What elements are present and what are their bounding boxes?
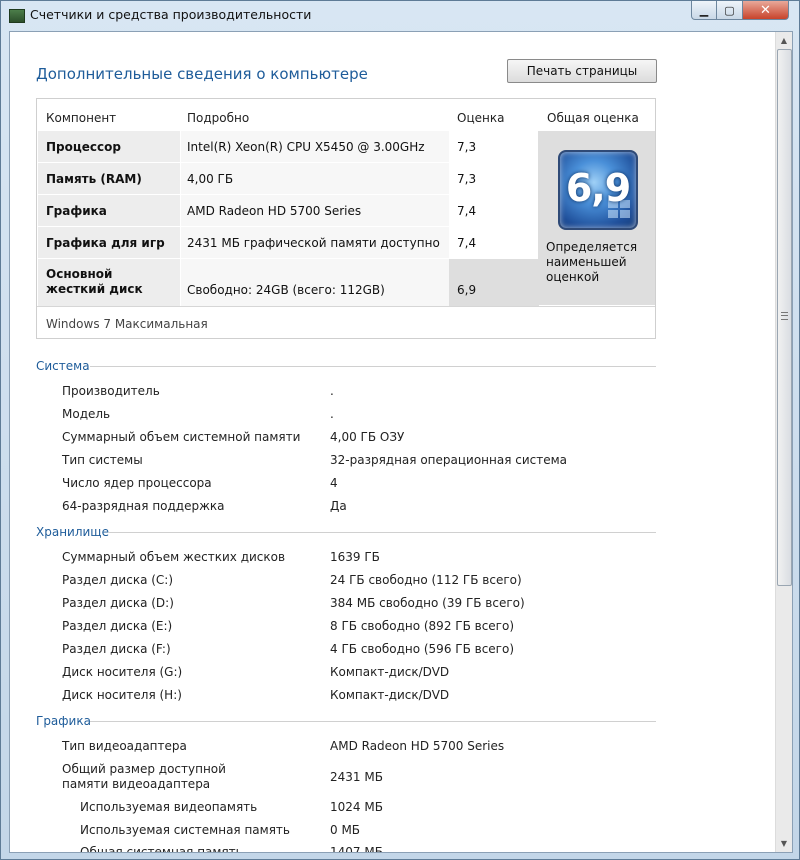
- component-name: Графика для игр: [46, 236, 165, 250]
- overall-score-note: Определяется наименьшей оценкой: [546, 240, 638, 284]
- component-score: 7,3: [457, 172, 477, 186]
- score-row-gaming-graphics: Графика для игр 2431 МБ графической памя…: [38, 227, 539, 258]
- section-divider: [90, 366, 656, 367]
- os-edition: Windows 7 Максимальная: [46, 317, 208, 331]
- storage-d-label: Раздел диска (D:): [62, 596, 174, 610]
- storage-c-label: Раздел диска (C:): [62, 573, 174, 587]
- window-controls: ▁ ▢ ✕: [691, 1, 789, 21]
- header-overall: Общая оценка: [547, 111, 639, 125]
- minimize-button[interactable]: ▁: [691, 1, 717, 20]
- system-cores-value: 4: [330, 476, 338, 490]
- graphics-adapter-value: AMD Radeon HD 5700 Series: [330, 739, 505, 753]
- vertical-scrollbar[interactable]: ▲ ▼: [775, 32, 792, 852]
- graphics-shared-memory-label: Общая системная память: [80, 845, 243, 853]
- page-title: Дополнительные сведения о компьютере: [36, 65, 368, 83]
- component-score: 7,3: [457, 140, 477, 154]
- print-page-button[interactable]: Печать страницы: [507, 59, 657, 83]
- score-row-cpu: Процессор Intel(R) Xeon(R) CPU X5450 @ 3…: [38, 131, 539, 162]
- component-name: Процессор: [46, 140, 121, 154]
- storage-g-label: Диск носителя (G:): [62, 665, 183, 679]
- section-title-system: Система: [36, 359, 90, 373]
- system-64bit-value: Да: [330, 499, 347, 513]
- system-64bit-label: 64-разрядная поддержка: [62, 499, 225, 513]
- graphics-total-memory-label: Общий размер доступной памяти видеоадапт…: [62, 762, 226, 791]
- storage-f-value: 4 ГБ свободно (596 ГБ всего): [330, 642, 515, 656]
- graphics-system-memory-label: Используемая системная память: [80, 823, 290, 837]
- graphics-system-memory-value: 0 МБ: [330, 823, 361, 837]
- scroll-down-icon[interactable]: ▼: [776, 835, 792, 852]
- storage-total-value: 1639 ГБ: [330, 550, 380, 564]
- component-name: Графика: [46, 204, 107, 218]
- system-memory-value: 4,00 ГБ ОЗУ: [330, 430, 405, 444]
- system-memory-label: Суммарный объем системной памяти: [62, 430, 301, 444]
- score-row-disk: Основной жесткий диск Свободно: 24GB (вс…: [38, 259, 539, 306]
- component-score: 7,4: [457, 204, 477, 218]
- scrollbar-thumb[interactable]: [777, 49, 792, 586]
- window-title: Счетчики и средства производительности: [30, 7, 312, 22]
- score-row-graphics: Графика AMD Radeon HD 5700 Series 7,4: [38, 195, 539, 226]
- component-name: Память (RAM): [46, 172, 142, 186]
- graphics-video-memory-value: 1024 МБ: [330, 800, 383, 814]
- storage-h-value: Компакт-диск/DVD: [330, 688, 450, 702]
- overall-score: 6,9: [565, 166, 631, 210]
- header-score: Оценка: [457, 111, 505, 125]
- storage-g-value: Компакт-диск/DVD: [330, 665, 450, 679]
- title-bar[interactable]: Счетчики и средства производительности ▁…: [1, 1, 799, 29]
- component-details: Intel(R) Xeon(R) CPU X5450 @ 3.00GHz: [187, 140, 425, 154]
- component-name: Основной жесткий диск: [46, 267, 143, 296]
- component-details: 2431 МБ графической памяти доступно: [187, 236, 440, 250]
- maximize-button[interactable]: ▢: [717, 1, 743, 20]
- section-divider: [90, 721, 656, 722]
- table-divider: [37, 306, 655, 307]
- system-model-label: Модель: [62, 407, 111, 421]
- storage-e-value: 8 ГБ свободно (892 ГБ всего): [330, 619, 515, 633]
- storage-h-label: Диск носителя (H:): [62, 688, 182, 702]
- system-model-value: .: [330, 407, 334, 421]
- storage-f-label: Раздел диска (F:): [62, 642, 171, 656]
- section-divider: [108, 532, 656, 533]
- graphics-total-memory-value: 2431 МБ: [330, 770, 383, 784]
- storage-d-value: 384 МБ свободно (39 ГБ всего): [330, 596, 525, 610]
- component-details: Свободно: 24GB (всего: 112GB): [187, 283, 385, 297]
- component-score: 6,9: [457, 283, 477, 297]
- storage-c-value: 24 ГБ свободно (112 ГБ всего): [330, 573, 522, 587]
- content-pane: Дополнительные сведения о компьютере Печ…: [9, 31, 793, 853]
- system-type-value: 32-разрядная операционная система: [330, 453, 568, 467]
- grip-icon: [781, 312, 788, 320]
- system-manufacturer-label: Производитель: [62, 384, 160, 398]
- system-manufacturer-value: .: [330, 384, 334, 398]
- system-type-label: Тип системы: [62, 453, 143, 467]
- component-details: AMD Radeon HD 5700 Series: [187, 204, 362, 218]
- close-button[interactable]: ✕: [743, 1, 789, 20]
- header-details: Подробно: [187, 111, 250, 125]
- graphics-shared-memory-value: 1407 МБ: [330, 845, 383, 853]
- score-row-ram: Память (RAM) 4,00 ГБ 7,3: [38, 163, 539, 194]
- storage-e-label: Раздел диска (E:): [62, 619, 173, 633]
- system-cores-label: Число ядер процессора: [62, 476, 212, 490]
- scroll-content: Дополнительные сведения о компьютере Печ…: [10, 32, 775, 852]
- section-title-storage: Хранилище: [36, 525, 109, 539]
- performance-window: Счетчики и средства производительности ▁…: [0, 0, 800, 860]
- component-details: 4,00 ГБ: [187, 172, 234, 186]
- graphics-video-memory-label: Используемая видеопамять: [80, 800, 258, 814]
- score-table: Компонент Подробно Оценка Общая оценка П…: [36, 98, 656, 339]
- section-title-graphics: Графика: [36, 714, 91, 728]
- windows-experience-index-icon: 6,9: [558, 150, 638, 230]
- scroll-up-icon[interactable]: ▲: [776, 32, 792, 49]
- header-component: Компонент: [46, 111, 117, 125]
- storage-total-label: Суммарный объем жестких дисков: [62, 550, 286, 564]
- overall-score-panel: 6,9 Определяется наименьшей оценкой: [538, 131, 655, 305]
- performance-app-icon: [9, 9, 25, 23]
- graphics-adapter-label: Тип видеоадаптера: [62, 739, 187, 753]
- component-score: 7,4: [457, 236, 477, 250]
